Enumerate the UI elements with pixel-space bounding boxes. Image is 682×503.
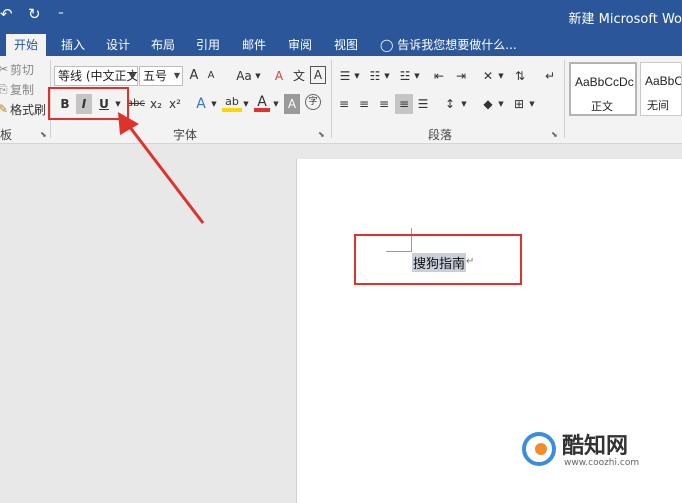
watermark-url: www.coozhi.com	[564, 458, 640, 468]
watermark-logo	[522, 432, 556, 466]
watermark: 酷知网 www.coozhi.com	[516, 422, 666, 478]
watermark-name: 酷知网	[562, 434, 629, 459]
